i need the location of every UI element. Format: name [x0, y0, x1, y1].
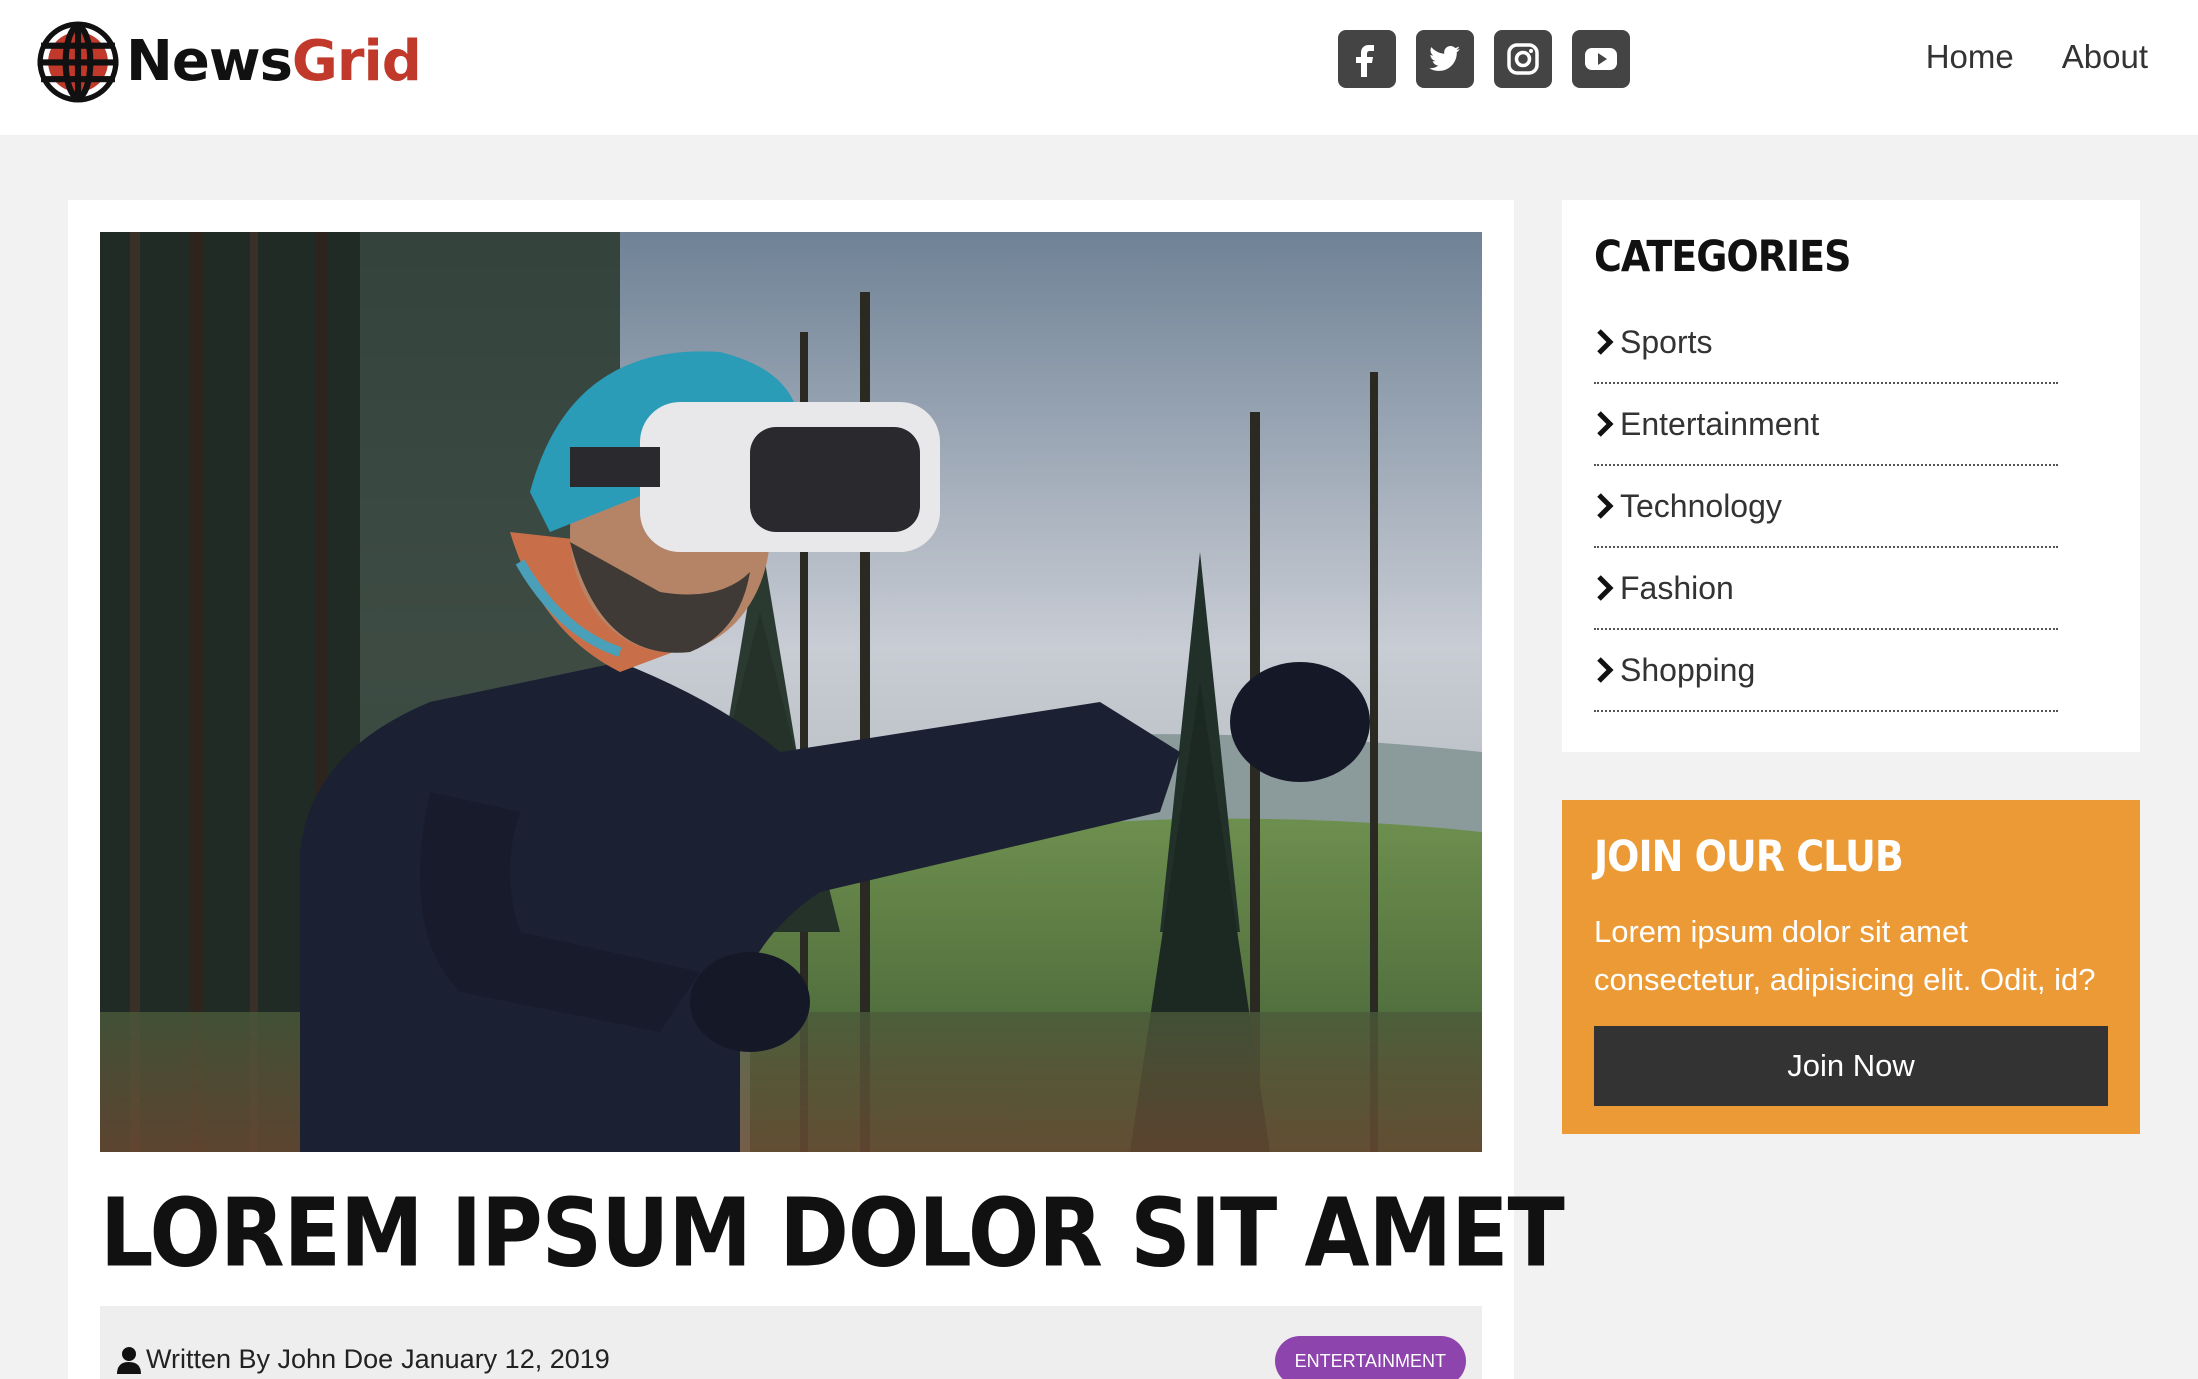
categories-heading: CATEGORIES	[1594, 232, 1851, 282]
twitter-icon[interactable]	[1416, 30, 1474, 88]
article-date: January 12, 2019	[401, 1344, 610, 1374]
site-logo-text: NewsGrid	[126, 34, 422, 90]
facebook-icon[interactable]	[1338, 30, 1396, 88]
article-meta: Written By John Doe January 12, 2019 ENT…	[100, 1306, 1482, 1379]
article-hero-image	[100, 232, 1482, 1152]
chevron-right-icon	[1597, 411, 1614, 437]
category-badge[interactable]: ENTERTAINMENT	[1274, 1336, 1466, 1379]
join-club-heading: JOIN OUR CLUB	[1594, 832, 1904, 882]
instagram-icon[interactable]	[1494, 30, 1552, 88]
category-label: Entertainment	[1620, 405, 1820, 442]
category-label: Fashion	[1620, 569, 1734, 606]
nav-link-about[interactable]: About	[2062, 38, 2148, 76]
navbar: NewsGrid Home About	[0, 0, 2198, 135]
article-author: Written By John Doe	[146, 1344, 394, 1374]
category-item-entertainment[interactable]: Entertainment	[1594, 384, 2058, 466]
chevron-right-icon	[1597, 657, 1614, 683]
chevron-right-icon	[1597, 575, 1614, 601]
globe-logo-icon	[37, 21, 119, 103]
category-item-fashion[interactable]: Fashion	[1594, 548, 2058, 630]
social-links	[1338, 30, 1650, 88]
categories-card: CATEGORIES Sports Entertainment Technolo…	[1562, 200, 2140, 752]
article-card: LOREM IPSUM DOLOR SIT AMET Written By Jo…	[68, 200, 1565, 1379]
join-club-card: JOIN OUR CLUB Lorem ipsum dolor sit amet…	[1562, 800, 2140, 1134]
youtube-icon[interactable]	[1572, 30, 1630, 88]
category-label: Technology	[1620, 487, 1782, 524]
article-byline: Written By John Doe January 12, 2019	[116, 1344, 610, 1375]
nav-link-home[interactable]: Home	[1926, 38, 2014, 76]
brand-first: News	[126, 29, 293, 94]
category-item-shopping[interactable]: Shopping	[1594, 630, 2058, 712]
category-label: Sports	[1620, 323, 1713, 360]
site-logo[interactable]: NewsGrid	[34, 18, 422, 106]
category-list: Sports Entertainment Technology Fashion …	[1594, 302, 2058, 712]
chevron-right-icon	[1597, 493, 1614, 519]
vr-man-forest-illustration	[100, 232, 1482, 1152]
join-now-button[interactable]: Join Now	[1594, 1026, 2108, 1106]
join-club-text: Lorem ipsum dolor sit amet consectetur, …	[1594, 914, 2096, 997]
category-item-sports[interactable]: Sports	[1594, 302, 2058, 384]
main-nav: Home About	[1878, 38, 2148, 76]
article-title: LOREM IPSUM DOLOR SIT AMET	[100, 1178, 1565, 1288]
brand-second: Grid	[291, 29, 422, 94]
category-label: Shopping	[1620, 651, 1756, 688]
user-icon	[117, 1346, 141, 1374]
chevron-right-icon	[1597, 329, 1614, 355]
category-item-technology[interactable]: Technology	[1594, 466, 2058, 548]
